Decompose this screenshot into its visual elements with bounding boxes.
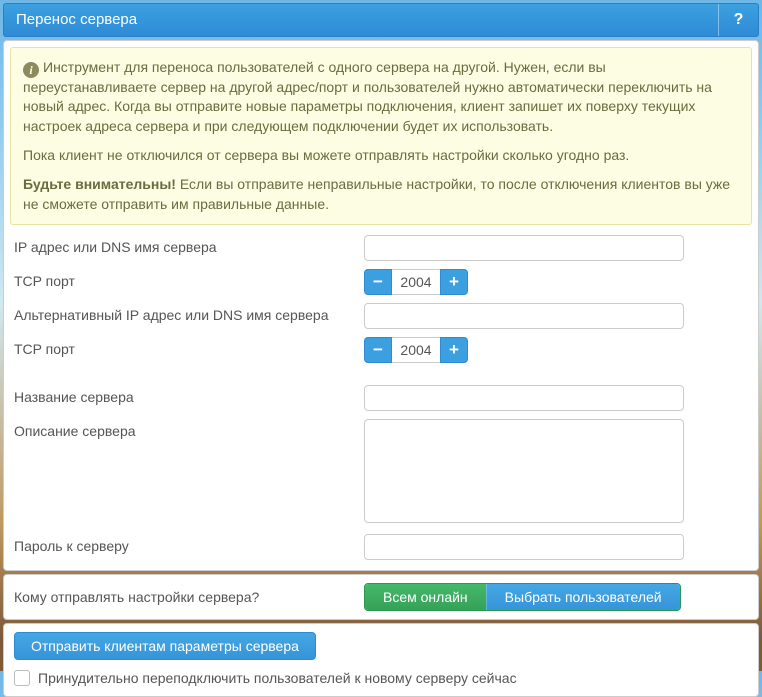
main-card: iИнструмент для переноса пользователей с… (3, 40, 759, 571)
row-tcp-port-1: TCP порт − + (4, 265, 758, 299)
alt-ip-input[interactable] (364, 303, 684, 329)
row-server-name: Название сервера (4, 381, 758, 415)
server-name-label: Название сервера (14, 385, 364, 405)
tcp2-plus-button[interactable]: + (440, 337, 468, 363)
page-title: Перенос сервера (4, 4, 718, 36)
tcp1-value-input[interactable] (392, 269, 440, 295)
action-card: Отправить клиентам параметры сервера При… (3, 623, 759, 697)
target-segment: Всем онлайн Выбрать пользователей (364, 583, 681, 611)
info-panel: iИнструмент для переноса пользователей с… (10, 47, 752, 225)
alt-ip-label: Альтернативный IP адрес или DNS имя серв… (14, 303, 364, 323)
tcp-port-2-spinner: − + (364, 337, 468, 363)
target-row: Кому отправлять настройки сервера? Всем … (4, 575, 758, 619)
tcp-port-1-spinner: − + (364, 269, 468, 295)
tcp-port-1-label: TCP порт (14, 269, 364, 289)
force-reconnect-checkbox[interactable] (14, 670, 30, 686)
tcp1-minus-button[interactable]: − (364, 269, 392, 295)
info-paragraph-3: Будьте внимательны! Если вы отправите не… (23, 175, 739, 214)
info-paragraph-2: Пока клиент не отключился от сервера вы … (23, 146, 739, 165)
target-all-online[interactable]: Всем онлайн (365, 584, 486, 610)
row-server-desc: Описание сервера (4, 415, 758, 530)
tcp2-minus-button[interactable]: − (364, 337, 392, 363)
help-button[interactable]: ? (718, 4, 758, 36)
send-settings-button[interactable]: Отправить клиентам параметры сервера (14, 632, 316, 660)
row-ip: IP адрес или DNS имя сервера (4, 231, 758, 265)
server-password-input[interactable] (364, 534, 684, 560)
row-server-password: Пароль к серверу (4, 530, 758, 570)
server-desc-textarea[interactable] (364, 419, 684, 523)
title-bar: Перенос сервера ? (3, 3, 759, 37)
info-paragraph-1: iИнструмент для переноса пользователей с… (23, 58, 739, 136)
server-password-label: Пароль к серверу (14, 534, 364, 554)
ip-label: IP адрес или DNS имя сервера (14, 235, 364, 255)
tcp-port-2-label: TCP порт (14, 337, 364, 357)
tcp2-value-input[interactable] (392, 337, 440, 363)
ip-input[interactable] (364, 235, 684, 261)
force-reconnect-label: Принудительно переподключить пользовател… (38, 670, 517, 686)
row-tcp-port-2: TCP порт − + (4, 333, 758, 367)
info-icon: i (23, 62, 39, 78)
server-name-input[interactable] (364, 385, 684, 411)
tcp1-plus-button[interactable]: + (440, 269, 468, 295)
server-desc-label: Описание сервера (14, 419, 364, 439)
target-select-users[interactable]: Выбрать пользователей (486, 584, 680, 610)
force-reconnect-row: Принудительно переподключить пользовател… (14, 670, 748, 686)
target-label: Кому отправлять настройки сервера? (14, 589, 364, 605)
target-card: Кому отправлять настройки сервера? Всем … (3, 574, 759, 620)
row-alt-ip: Альтернативный IP адрес или DNS имя серв… (4, 299, 758, 333)
